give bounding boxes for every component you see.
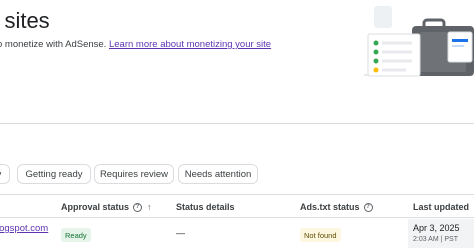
help-circle-icon[interactable]: ?: [363, 202, 373, 212]
section-divider: [0, 123, 474, 124]
filter-chip-label: Getting ready: [25, 168, 83, 180]
briefcase-checklist-illustration: [364, 6, 474, 77]
column-header-ads-txt-status: Ads.txt status ?: [300, 202, 373, 212]
column-label: Ads.txt status: [300, 202, 360, 212]
column-label: Approval status: [61, 202, 130, 212]
column-label: Last updated: [413, 202, 470, 212]
table-header: Approval status ? ↑ Status details Ads.t…: [0, 194, 474, 218]
subtitle-text: o monetize with AdSense.: [0, 39, 107, 50]
filter-chip-getting-ready[interactable]: Getting ready: [17, 164, 91, 184]
column-header-approval-status[interactable]: Approval status ? ↑: [61, 202, 152, 212]
last-updated-date: Apr 3, 2025: [413, 223, 460, 233]
last-updated-time: 2:03 AM | PST: [413, 236, 459, 243]
ads-txt-status-badge: Not found: [300, 228, 341, 242]
filter-chip-requires-review[interactable]: Requires review: [94, 164, 174, 184]
status-details-value: —: [176, 228, 185, 238]
filter-chip-all[interactable]: y: [0, 164, 10, 184]
page-subtitle: o monetize with AdSense. Learn more abou…: [0, 39, 271, 50]
filter-chip-label: Requires review: [99, 168, 169, 180]
column-label: Status details: [176, 202, 235, 212]
column-header-last-updated: Last updated: [413, 202, 469, 212]
filter-chip-label: Needs attention: [184, 168, 252, 180]
learn-more-link[interactable]: Learn more about monetizing your site: [109, 39, 271, 50]
approval-status-badge: Ready: [61, 228, 91, 242]
table-row[interactable]: logspot.com Ready — Not found Apr 3, 202…: [0, 219, 474, 248]
page-title: r sites: [0, 8, 50, 33]
filter-chip-needs-attention[interactable]: Needs attention: [178, 164, 258, 184]
site-link[interactable]: logspot.com: [0, 223, 48, 234]
help-circle-icon[interactable]: ?: [133, 202, 143, 212]
filter-chip-label: y: [0, 169, 1, 180]
column-header-status-details: Status details: [176, 202, 235, 212]
arrow-up-icon[interactable]: ↑: [147, 202, 152, 212]
